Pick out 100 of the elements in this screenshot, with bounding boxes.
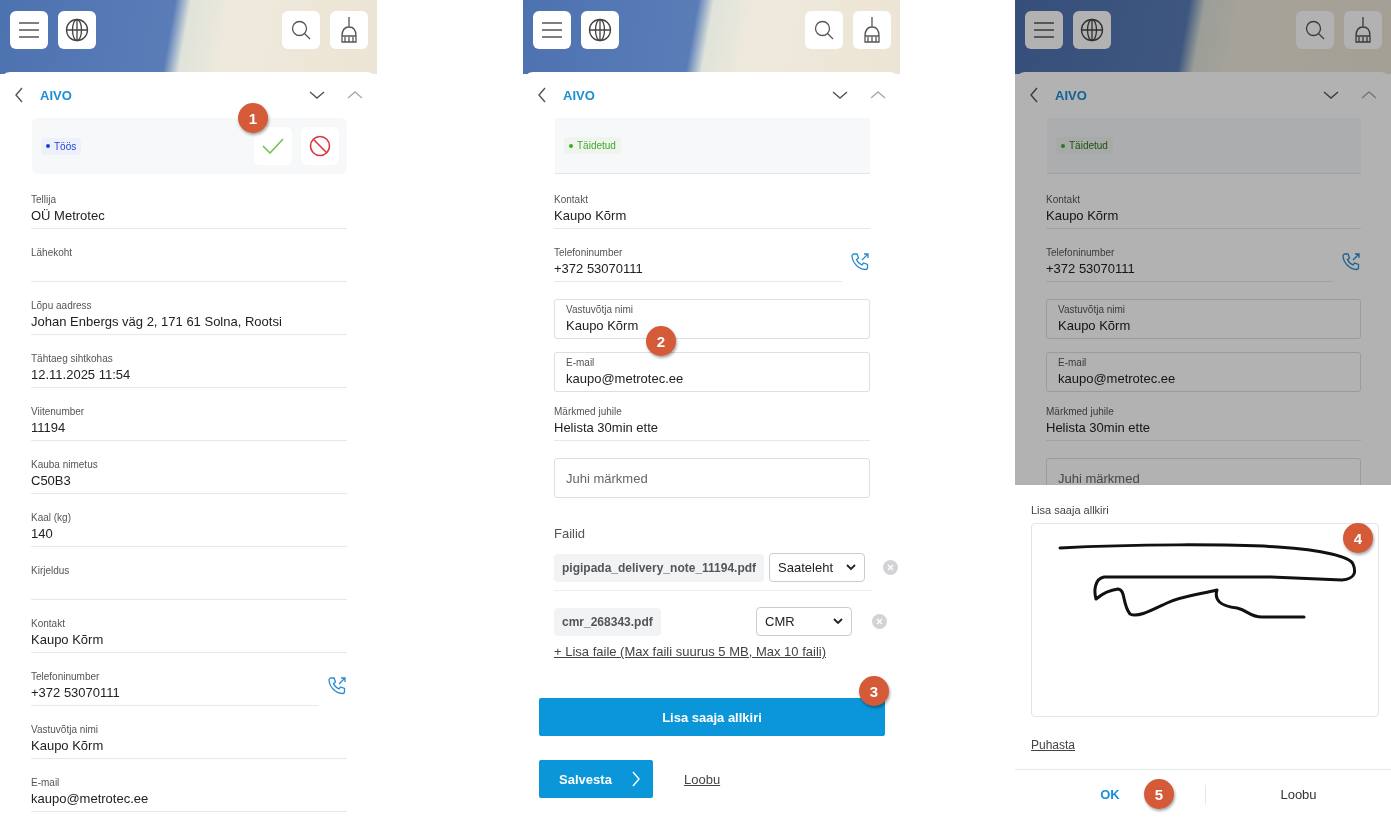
menu-button[interactable] (533, 11, 571, 49)
field-value: 12.11.2025 11:54 (31, 366, 132, 384)
down-chevron-icon (309, 90, 325, 100)
broom-icon (862, 16, 882, 44)
back-chevron-icon (537, 87, 547, 103)
broom-button[interactable] (853, 11, 891, 49)
up-chevron-icon (1361, 90, 1377, 100)
step-number-badge: 4 (1343, 523, 1373, 553)
step-number-badge: 2 (646, 326, 676, 356)
step-number-badge: 3 (859, 676, 889, 706)
field-value: 11194 (31, 419, 67, 437)
back-button[interactable] (537, 87, 547, 103)
field-label: Tähtaeg sihtkohas (31, 352, 114, 366)
signature-pad[interactable]: 4 (1031, 523, 1379, 718)
phone-icon (1341, 252, 1361, 272)
field-label: Kirjeldus (31, 564, 71, 578)
reject-button[interactable] (301, 127, 339, 165)
field-label: Lõpu aadress (31, 299, 93, 313)
document-type-select[interactable]: CMR (756, 607, 852, 636)
checkmark-icon (262, 138, 284, 154)
next-button[interactable] (309, 90, 325, 100)
broom-icon (1353, 16, 1373, 44)
step-number-badge: 5 (1144, 779, 1174, 810)
back-chevron-icon (1029, 87, 1039, 103)
field-label: Viitenumber (31, 405, 86, 419)
call-button[interactable] (327, 676, 347, 696)
search-button[interactable] (1296, 11, 1334, 49)
field-value: Helista 30min ette (1046, 419, 1152, 437)
call-button[interactable] (850, 252, 870, 272)
remove-icon (872, 614, 887, 629)
field-label: Kontakt (1046, 193, 1081, 207)
globe-button[interactable] (1073, 11, 1111, 49)
phone-icon (327, 676, 347, 696)
menu-button[interactable] (1025, 11, 1063, 49)
next-button[interactable] (1323, 90, 1339, 100)
field-label: Telefoninumber (1046, 246, 1116, 260)
notes-input-field[interactable]: Juhi märkmed (554, 458, 870, 498)
field-value: Kaupo Kõrm (31, 737, 105, 755)
file-name: cmr_268343.pdf (554, 607, 661, 636)
globe-button[interactable] (581, 11, 619, 49)
field-value: C50B3 (31, 472, 72, 490)
field-label: Märkmed juhile (1046, 405, 1115, 419)
field-value: Kaupo Kõrm (1046, 207, 1120, 225)
caret-icon (846, 564, 857, 571)
search-icon (814, 20, 834, 40)
order-title: AIVO (1055, 87, 1088, 103)
phone-icon (850, 252, 870, 272)
status-label: Täidetud (577, 140, 616, 151)
search-icon (291, 20, 311, 40)
search-button[interactable] (282, 11, 320, 49)
text-input-field[interactable]: E-mail kaupo@metrotec.ee (1046, 352, 1361, 392)
field-value: Kaupo Kõrm (554, 207, 628, 225)
search-button[interactable] (805, 11, 843, 49)
field-value: +372 53070111 (1046, 260, 1136, 278)
field-value: +372 53070111 (31, 684, 121, 702)
field-value: OÜ Metrotec (31, 207, 106, 225)
text-input-field[interactable]: E-mail kaupo@metrotec.ee (554, 352, 870, 392)
field-label: Vastuvõtja nimi (31, 723, 100, 737)
field-value: Helista 30min ette (554, 419, 660, 437)
field-label: Kontakt (554, 193, 589, 207)
order-title: AIVO (40, 87, 73, 103)
globe-icon (65, 18, 89, 42)
field-value: kaupo@metrotec.ee (31, 790, 150, 808)
chevron-right-icon (631, 771, 641, 787)
menu-icon (541, 22, 563, 38)
step-number-badge: 1 (238, 103, 268, 133)
globe-button[interactable] (58, 11, 96, 49)
confirm-button[interactable] (254, 127, 292, 165)
field-label: Telefoninumber (554, 246, 624, 260)
down-chevron-icon (1323, 90, 1339, 100)
file-name: pigipada_delivery_note_11194.pdf (554, 553, 765, 582)
menu-icon (1033, 22, 1055, 38)
dialog-title: Lisa saaja allkiri (1031, 503, 1110, 517)
section-title: Failid (554, 526, 587, 541)
cancel-button[interactable]: Loobu (1272, 783, 1325, 807)
menu-button[interactable] (10, 11, 48, 49)
globe-icon (1080, 18, 1104, 42)
call-button[interactable] (1341, 252, 1361, 272)
field-value: Kaupo Kõrm (31, 631, 105, 649)
caret-icon (833, 618, 843, 625)
document-type-select[interactable]: Saateleht (769, 553, 866, 582)
prohibited-icon (309, 135, 331, 157)
broom-button[interactable] (1344, 11, 1382, 49)
add-files-link[interactable]: + Lisa faile (Max faili suurus 5 MB, Max 10 faili) (554, 644, 827, 659)
broom-button[interactable] (330, 11, 368, 49)
text-input-field[interactable]: Vastuvõtja nimi Kaupo Kõrm (1046, 299, 1361, 339)
field-label: Tellija (31, 193, 57, 207)
clear-link[interactable]: Puhasta (1031, 738, 1076, 753)
menu-icon (18, 22, 40, 38)
field-label: Kauba nimetus (31, 458, 99, 472)
cancel-link[interactable]: Loobu (684, 771, 721, 787)
next-button[interactable] (832, 90, 848, 100)
back-button[interactable] (1029, 87, 1039, 103)
ok-button[interactable]: OK (1092, 783, 1128, 807)
status-label: Täidetud (1069, 140, 1108, 151)
field-value: +372 53070111 (554, 260, 644, 278)
up-chevron-icon (870, 90, 886, 100)
status-label: Töös (54, 140, 77, 152)
back-button[interactable] (14, 87, 24, 103)
field-value: Johan Enbergs väg 2, 171 61 Solna, Rootsi (31, 313, 283, 331)
